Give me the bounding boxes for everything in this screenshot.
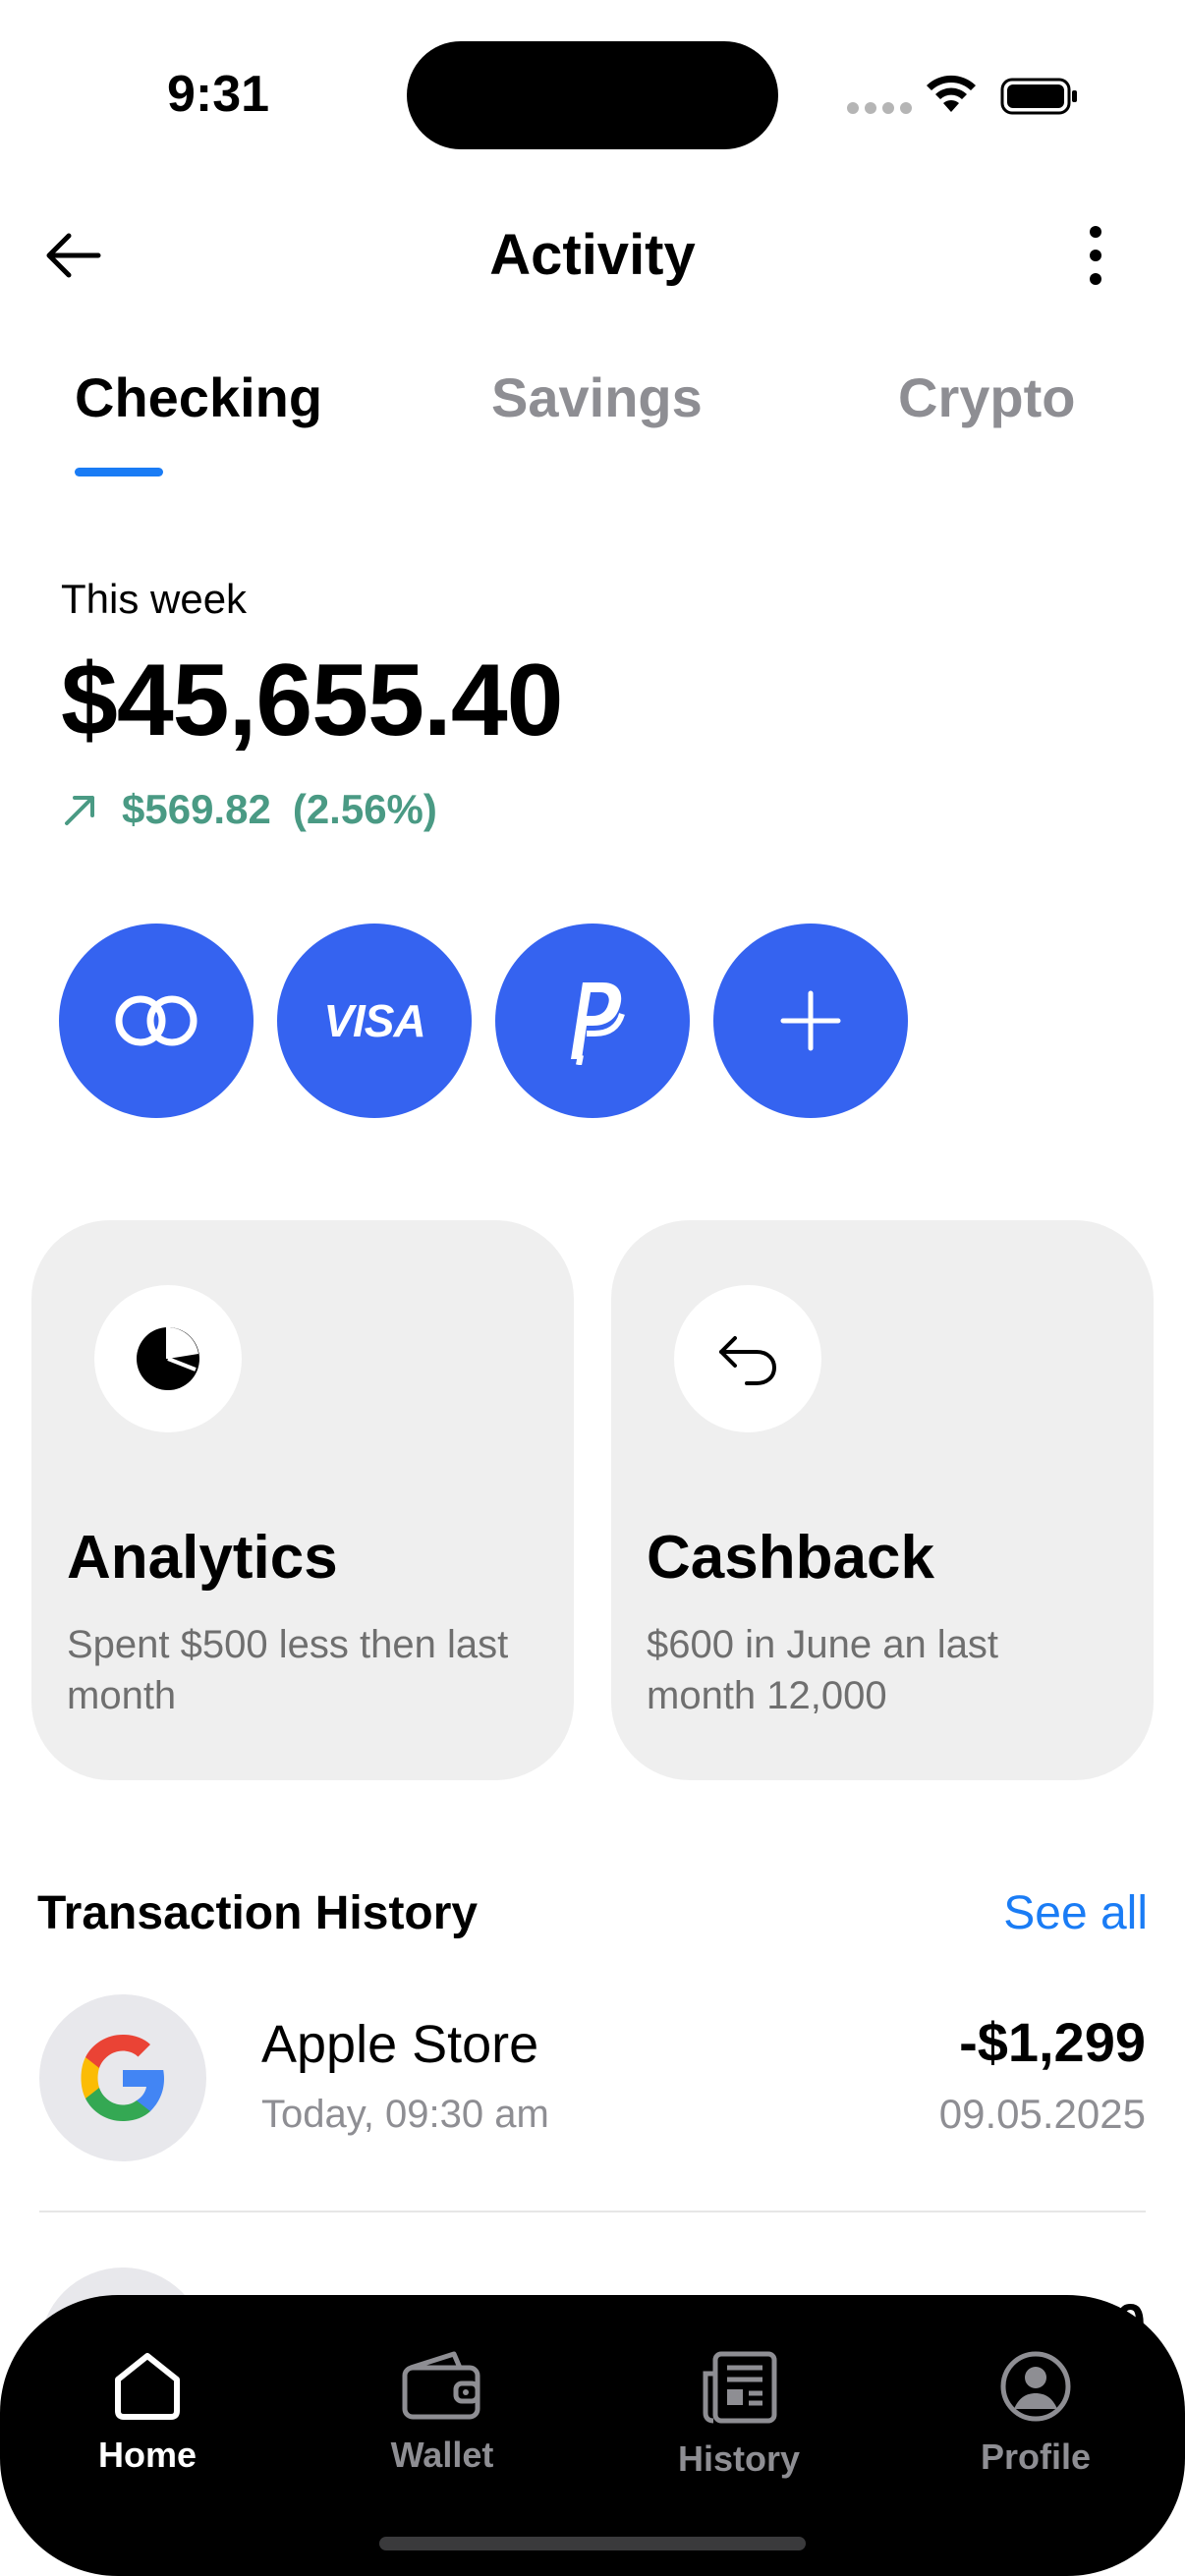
status-bar: 9:31 bbox=[0, 0, 1185, 187]
balance-amount: $45,655.40 bbox=[61, 644, 564, 757]
wallet-icon bbox=[402, 2351, 480, 2420]
nav-wallet[interactable]: Wallet bbox=[344, 2350, 540, 2476]
dynamic-island bbox=[407, 41, 778, 149]
transaction-history-title: Transaction History bbox=[37, 1887, 479, 1939]
google-icon bbox=[81, 2035, 164, 2121]
balance-period-label: This week bbox=[61, 576, 248, 622]
payment-methods: VISA bbox=[59, 924, 908, 1118]
cashback-description: $600 in June an last month 12,000 bbox=[647, 1623, 999, 1717]
nav-wallet-label: Wallet bbox=[390, 2435, 494, 2475]
nav-history-label: History bbox=[677, 2438, 801, 2479]
visa-icon: VISA bbox=[323, 995, 425, 1046]
cellular-signal-icon bbox=[847, 102, 912, 114]
nav-home[interactable]: Home bbox=[49, 2350, 246, 2476]
wifi-icon bbox=[927, 75, 976, 112]
mastercard-icon bbox=[115, 995, 198, 1046]
paypal-button[interactable] bbox=[495, 924, 690, 1118]
change-amount: $569.82 bbox=[122, 786, 271, 832]
add-card-button[interactable] bbox=[713, 924, 908, 1118]
profile-icon bbox=[1000, 2351, 1071, 2422]
transaction-merchant: Apple Store bbox=[261, 2015, 539, 2074]
cashback-card[interactable]: Cashback $600 in June an last month 12,0… bbox=[611, 1220, 1154, 1780]
mastercard-button[interactable] bbox=[59, 924, 254, 1118]
nav-history[interactable]: History bbox=[641, 2350, 837, 2480]
bottom-navigation: Home Wallet History Profile bbox=[0, 2295, 1185, 2576]
tab-checking[interactable]: Checking bbox=[75, 365, 322, 429]
analytics-card[interactable]: Analytics Spent $500 less then last mont… bbox=[31, 1220, 574, 1780]
page-title: Activity bbox=[489, 223, 696, 287]
news-icon bbox=[703, 2351, 777, 2424]
tab-active-indicator bbox=[75, 468, 163, 476]
paypal-icon bbox=[571, 982, 625, 1065]
nav-home-label: Home bbox=[97, 2435, 198, 2475]
change-percent: (2.56%) bbox=[292, 786, 437, 832]
transaction-avatar bbox=[39, 1994, 206, 2161]
divider bbox=[39, 2211, 1146, 2212]
transaction-time: Today, 09:30 am bbox=[261, 2093, 549, 2136]
visa-button[interactable]: VISA bbox=[277, 924, 472, 1118]
header: Activity bbox=[0, 196, 1185, 314]
more-options-button[interactable] bbox=[1061, 220, 1130, 291]
home-indicator bbox=[379, 2537, 806, 2550]
analytics-icon-container bbox=[94, 1285, 242, 1432]
tab-savings[interactable]: Savings bbox=[491, 365, 703, 429]
more-vertical-icon bbox=[1090, 226, 1101, 238]
balance-change: $569.82 (2.56%) bbox=[61, 786, 437, 833]
analytics-title: Analytics bbox=[67, 1524, 338, 1592]
battery-icon bbox=[1000, 78, 1077, 115]
nav-profile[interactable]: Profile bbox=[937, 2350, 1134, 2478]
tab-crypto[interactable]: Crypto bbox=[898, 365, 1075, 429]
account-tabs: Checking Savings Crypto bbox=[0, 365, 1185, 483]
undo-arrow-icon bbox=[719, 1336, 777, 1385]
cashback-title: Cashback bbox=[647, 1524, 934, 1592]
transaction-date: 09.05.2025 bbox=[938, 2091, 1146, 2137]
nav-profile-label: Profile bbox=[980, 2436, 1092, 2477]
add-icon bbox=[780, 990, 841, 1051]
transaction-row[interactable]: Apple Store Today, 09:30 am -$1,299 09.0… bbox=[39, 1994, 1146, 2191]
pie-chart-icon bbox=[137, 1327, 199, 1390]
home-icon bbox=[115, 2353, 180, 2420]
see-all-link[interactable]: See all bbox=[1003, 1886, 1148, 1940]
cashback-icon-container bbox=[674, 1285, 821, 1432]
transaction-amount: -$1,299 bbox=[959, 2011, 1146, 2073]
trend-up-icon bbox=[65, 796, 94, 825]
analytics-description: Spent $500 less then last month bbox=[67, 1623, 509, 1717]
status-time: 9:31 bbox=[167, 66, 270, 123]
